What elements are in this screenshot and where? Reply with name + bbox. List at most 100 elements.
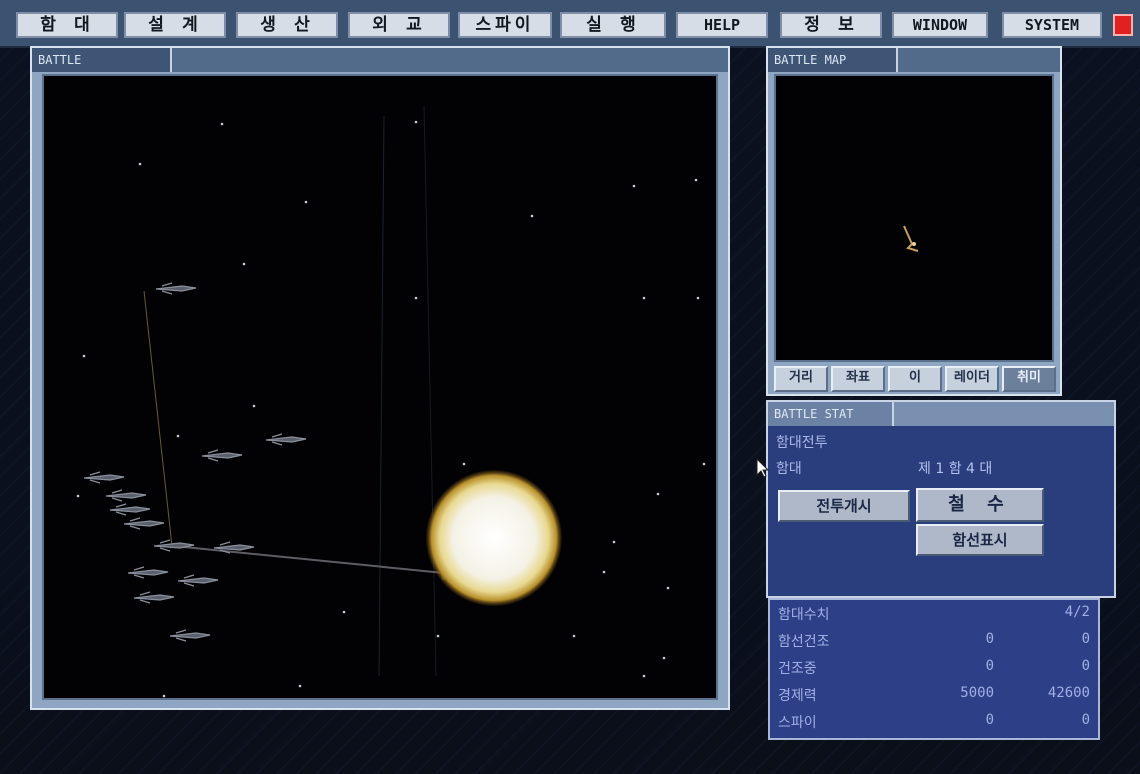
menu-item-3[interactable]: 외 교 <box>348 12 450 38</box>
fleet-ship[interactable] <box>123 517 165 530</box>
stat-row: 함선건조 0 0 <box>778 631 1090 653</box>
info-window-titlebar[interactable]: BATTLE STAT <box>768 402 1114 426</box>
star <box>242 262 246 266</box>
battle-window-title: BATTLE <box>32 48 172 72</box>
stat-row: 경제력 5000 42600 <box>778 685 1090 707</box>
star <box>342 610 346 614</box>
star <box>414 120 418 124</box>
fleet-ship[interactable] <box>127 566 169 579</box>
star <box>162 694 166 698</box>
game-screen: 함 대설 계생 산외 교 스파이 실 행 HELP 정 보 WINDOW SYSTEM BA… <box>0 0 1140 774</box>
faint-line <box>423 105 437 677</box>
menu-item-5[interactable]: 실 행 <box>560 12 666 38</box>
show-ships-button[interactable]: 함선표시 <box>916 524 1044 556</box>
star <box>298 684 302 688</box>
map-button-radar[interactable]: 레이더 <box>945 366 999 392</box>
battle-scene <box>76 105 706 698</box>
stat-label: 함선건조 <box>778 634 830 650</box>
stat-label: 건조중 <box>778 661 817 677</box>
stat-row: 건조중 0 0 <box>778 658 1090 680</box>
fleet-ship[interactable] <box>177 574 219 587</box>
star <box>642 674 646 678</box>
star <box>666 586 670 590</box>
info-fleet-label: 함대 <box>776 461 802 477</box>
info-window-title: BATTLE STAT <box>768 402 894 426</box>
retreat-button[interactable]: 철 수 <box>916 488 1044 522</box>
menu-item-4[interactable]: 스파이 <box>458 12 552 38</box>
map-button-misc[interactable]: 취미 <box>1002 366 1056 392</box>
battle-viewport[interactable] <box>42 74 718 700</box>
menu-item-2[interactable]: 생 산 <box>236 12 338 38</box>
star <box>642 296 646 300</box>
stat-label: 경제력 <box>778 688 817 704</box>
star <box>252 404 256 408</box>
fleet-ship[interactable] <box>133 591 175 604</box>
faint-line <box>378 115 385 677</box>
star <box>82 354 86 358</box>
stat-row: 스파이 0 0 <box>778 712 1090 734</box>
fleet-ship[interactable] <box>265 433 307 446</box>
mouse-cursor-icon <box>756 458 770 478</box>
fleet-ship[interactable] <box>105 489 147 502</box>
fleet-ship[interactable] <box>201 449 243 462</box>
star <box>612 540 616 544</box>
map-window-title: BATTLE MAP <box>768 48 898 72</box>
battle-window: BATTLE <box>30 46 730 710</box>
stats-panel: 함대수치 4/2 함선건조 0 0 건조중 0 0 경제력 5000 42600 스파이 0 0 <box>768 598 1100 740</box>
star <box>656 492 660 496</box>
stat-value: 0 <box>985 712 994 728</box>
minimap-viewport[interactable] <box>774 74 1054 362</box>
minimap-scene <box>903 225 919 252</box>
star <box>602 570 606 574</box>
menu-item-9[interactable]: SYSTEM <box>1002 12 1102 38</box>
info-fleet-value: 제 1 함 4 대 <box>918 461 993 477</box>
star <box>304 200 308 204</box>
star <box>572 634 576 638</box>
menu-item-6[interactable]: HELP <box>676 12 768 38</box>
battle-window-titlebar[interactable]: BATTLE <box>32 48 728 72</box>
stat-value: 5000 <box>960 685 994 701</box>
star <box>138 162 142 166</box>
fleet-ship[interactable] <box>153 539 195 552</box>
star <box>436 634 440 638</box>
stat-value: 0 <box>1081 712 1090 728</box>
map-window-titlebar[interactable]: BATTLE MAP <box>768 48 1060 72</box>
stat-value: 0 <box>985 658 994 674</box>
menu-item-0[interactable]: 함 대 <box>16 12 118 38</box>
info-window: BATTLE STAT 함대전투 함대 제 1 함 4 대 전투개시 철 수 함… <box>766 400 1116 598</box>
stat-value: 42600 <box>1047 685 1090 701</box>
stat-value: 4/2 <box>1064 604 1090 620</box>
star <box>530 214 534 218</box>
fleet-ship[interactable] <box>83 471 125 484</box>
stat-row: 함대수치 4/2 <box>778 604 1090 626</box>
map-button-coords[interactable]: 좌표 <box>831 366 885 392</box>
starfield <box>76 120 706 698</box>
map-button-distance[interactable]: 거리 <box>774 366 828 392</box>
fleet-ship[interactable] <box>109 503 151 516</box>
explosion <box>426 470 562 606</box>
trajectory-line <box>143 290 173 547</box>
close-button[interactable] <box>1113 14 1133 36</box>
menu-bar: 함 대설 계 생 산 외 교 스파이 실 행 HELP 정 보 WINDOW SYSTEM <box>0 0 1140 48</box>
map-button-row: 거리 좌표 이 레이더 취미 <box>774 366 1056 392</box>
stat-value: 0 <box>985 631 994 647</box>
start-battle-button[interactable]: 전투개시 <box>778 490 910 522</box>
stat-value: 0 <box>1081 658 1090 674</box>
stat-label: 스파이 <box>778 715 817 731</box>
stat-value: 0 <box>1081 631 1090 647</box>
fleet-group[interactable] <box>83 282 307 642</box>
fleet-ship[interactable] <box>169 629 211 642</box>
star <box>662 656 666 660</box>
fleet-ship[interactable] <box>155 282 197 295</box>
star <box>696 296 700 300</box>
star <box>176 434 180 438</box>
minimap-fleet-marker <box>912 242 916 246</box>
map-window: BATTLE MAP 거리 좌표 이 레이더 취미 <box>766 46 1062 396</box>
menu-item-1[interactable]: 설 계 <box>124 12 226 38</box>
star <box>76 494 80 498</box>
map-button-move[interactable]: 이 <box>888 366 942 392</box>
menu-item-8[interactable]: WINDOW <box>892 12 988 38</box>
menu-item-7[interactable]: 정 보 <box>780 12 882 38</box>
info-battle-label: 함대전투 <box>776 435 828 451</box>
star <box>462 462 466 466</box>
